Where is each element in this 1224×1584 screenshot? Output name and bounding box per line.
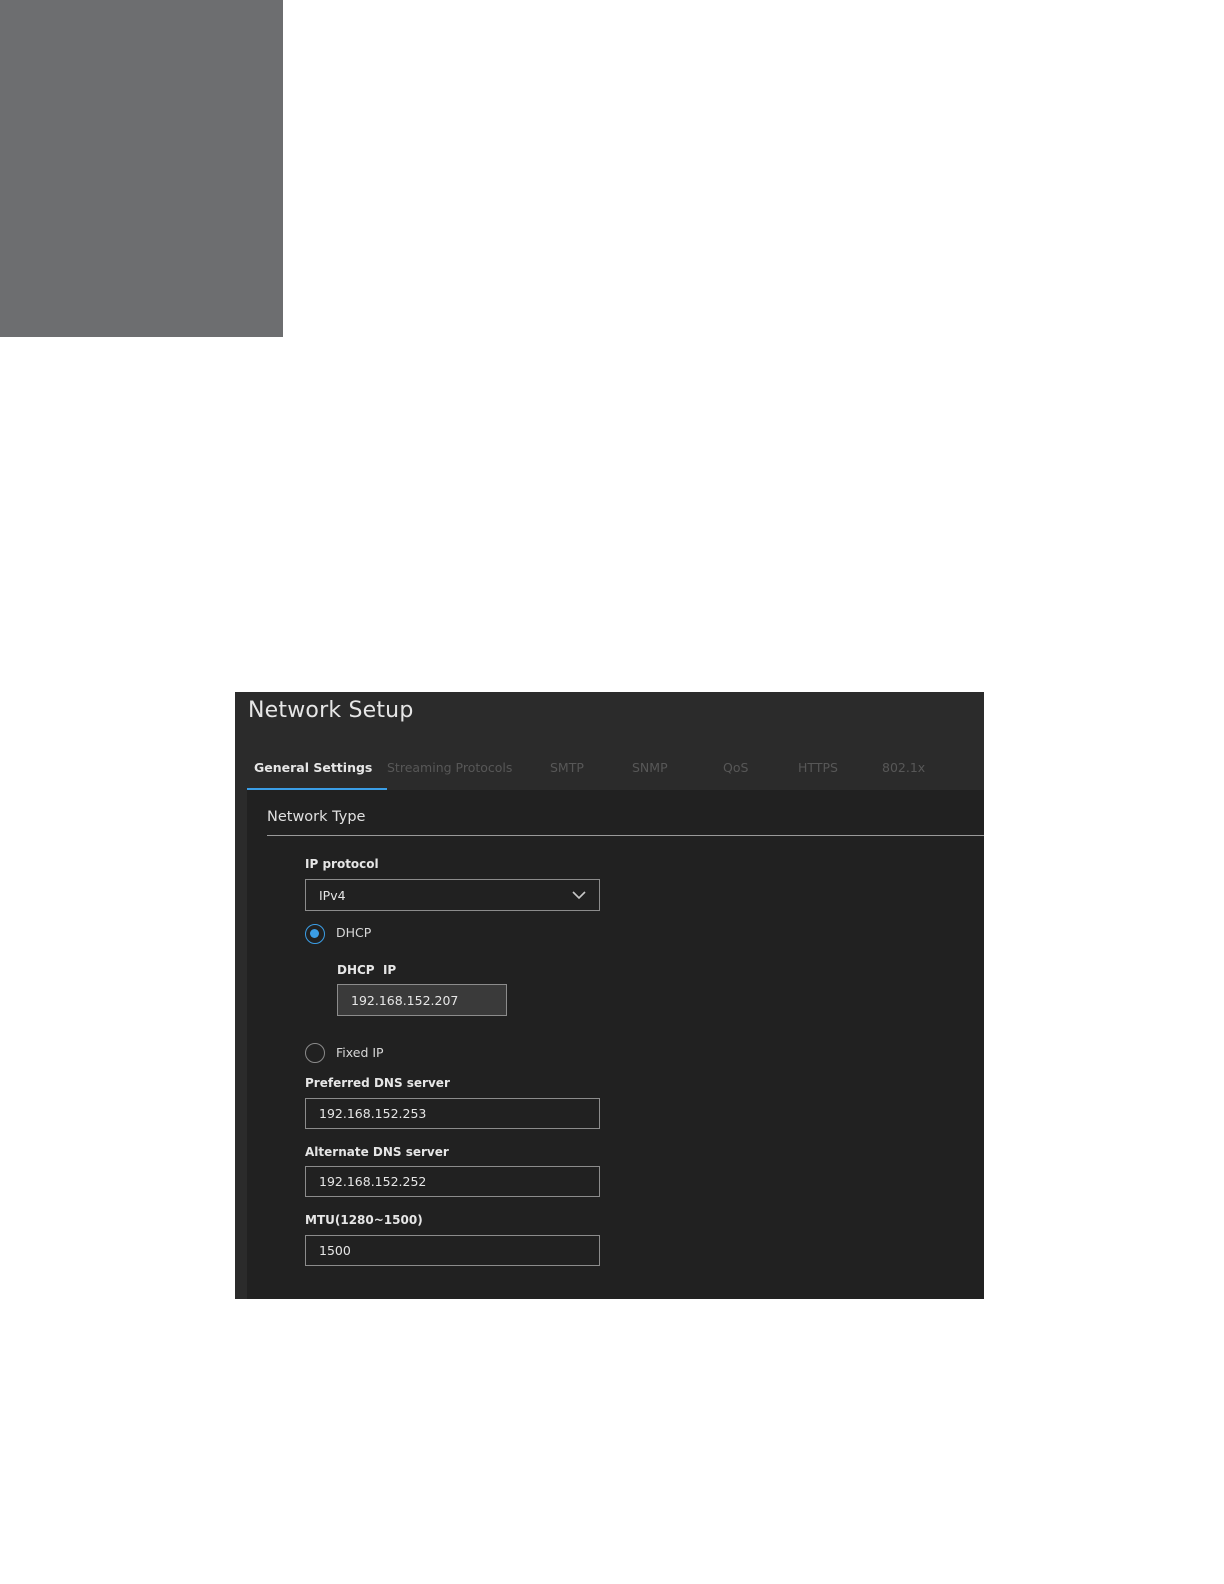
mtu-label: MTU(1280~1500) (305, 1213, 423, 1227)
tab-802-1x[interactable]: 802.1x (882, 754, 942, 790)
section-divider (267, 835, 984, 836)
mtu-input[interactable]: 1500 (305, 1235, 600, 1266)
dhcp-ip-value: 192.168.152.207 (351, 992, 459, 1008)
section-title: Network Type (267, 809, 366, 825)
ip-protocol-selected-value: IPv4 (319, 887, 346, 903)
preferred-dns-label: Preferred DNS server (305, 1076, 450, 1090)
alternate-dns-label: Alternate DNS server (305, 1145, 449, 1159)
preferred-dns-value: 192.168.152.253 (319, 1106, 427, 1121)
dhcp-ip-field: 192.168.152.207 (337, 984, 507, 1016)
tab-streaming-protocols[interactable]: Streaming Protocols (387, 754, 550, 790)
dhcp-radio[interactable] (305, 924, 325, 944)
ip-protocol-label: IP protocol (305, 857, 379, 871)
fixed-ip-radio-label: Fixed IP (336, 1045, 384, 1060)
alternate-dns-input[interactable]: 192.168.152.252 (305, 1166, 600, 1197)
document-page: Network Setup General Settings Streaming… (0, 0, 1224, 1584)
alternate-dns-value: 192.168.152.252 (319, 1174, 427, 1189)
network-type-panel: Network Type IP protocol IPv4 DHCP DHCP … (247, 790, 984, 1299)
network-setup-window: Network Setup General Settings Streaming… (235, 692, 984, 1299)
chevron-down-icon (572, 891, 586, 900)
tab-bar: General Settings Streaming Protocols SMT… (247, 754, 984, 791)
corner-decoration-block (0, 0, 283, 337)
mtu-value: 1500 (319, 1243, 351, 1258)
dhcp-ip-label-prefix: DHCP (337, 963, 375, 977)
tab-general-settings[interactable]: General Settings (247, 754, 387, 791)
dhcp-ip-label: DHCP IP (337, 963, 396, 977)
preferred-dns-input[interactable]: 192.168.152.253 (305, 1098, 600, 1129)
fixed-ip-radio[interactable] (305, 1043, 325, 1063)
tab-smtp[interactable]: SMTP (550, 754, 632, 790)
tab-snmp[interactable]: SNMP (632, 754, 723, 790)
page-title: Network Setup (248, 698, 414, 723)
tab-https[interactable]: HTTPS (798, 754, 882, 790)
dhcp-radio-label: DHCP (336, 925, 372, 940)
tab-qos[interactable]: QoS (723, 754, 798, 790)
dhcp-ip-label-suffix: IP (382, 963, 397, 977)
ip-protocol-select[interactable]: IPv4 (305, 879, 600, 911)
